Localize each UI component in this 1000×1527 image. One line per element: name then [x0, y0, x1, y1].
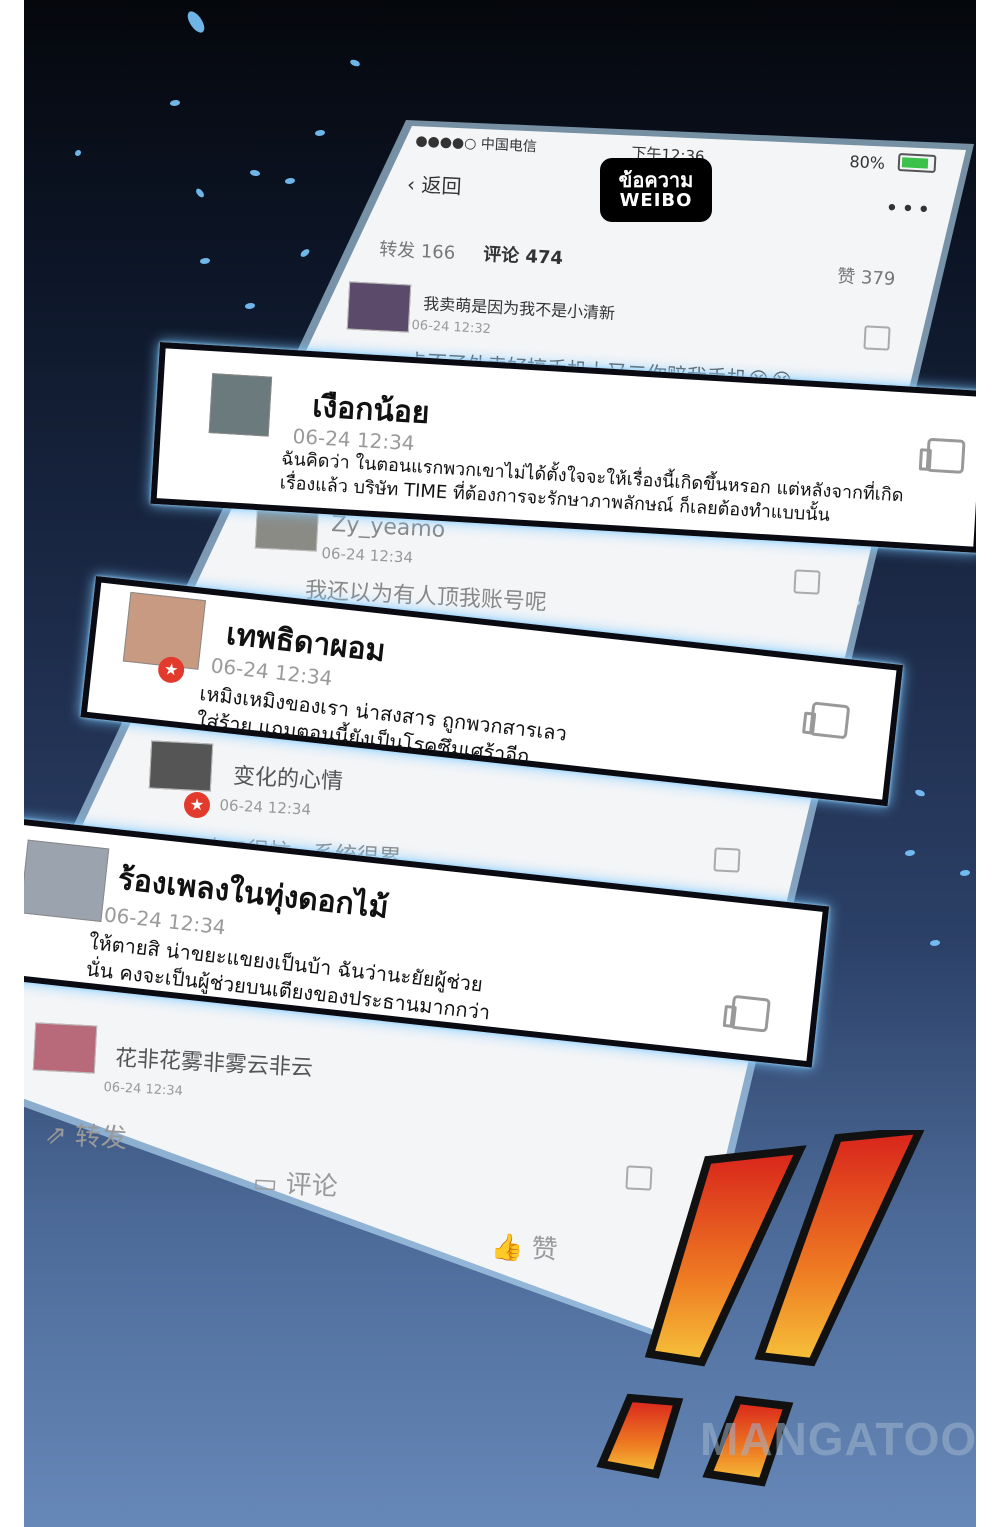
avatar[interactable] [19, 839, 110, 923]
avatar[interactable] [148, 740, 214, 792]
tab-like[interactable]: 赞 379 [837, 262, 896, 291]
tab-repost[interactable]: 转发 166 [379, 235, 456, 265]
page-title: ข้อความ WEIBO [600, 158, 712, 222]
thumbs-up-icon[interactable] [863, 325, 891, 351]
thumbs-up-icon[interactable] [729, 994, 771, 1033]
thumbs-up-icon[interactable] [808, 701, 851, 740]
verified-badge-icon: ★ [184, 792, 210, 818]
title-thai: ข้อความ [618, 168, 694, 193]
tab-comment[interactable]: 评论 474 [483, 240, 564, 270]
thumbs-up-icon: 👍 [490, 1231, 525, 1264]
thumbs-up-icon[interactable] [713, 847, 741, 873]
thumbs-up-icon[interactable] [793, 569, 821, 595]
comment-icon: ▭ [252, 1167, 279, 1200]
comment-button[interactable]: ▭ 评论 [252, 1162, 339, 1203]
exclamation-marks-icon [596, 1130, 925, 1487]
avatar[interactable] [208, 373, 273, 437]
status-battery: 80% [849, 152, 886, 173]
avatar[interactable] [346, 281, 412, 333]
thumbs-up-icon[interactable] [925, 437, 966, 474]
panel-border [0, 0, 24, 1527]
watermark: MANGATOON [700, 1413, 1000, 1465]
panel-border [976, 0, 1000, 1527]
battery-icon [897, 153, 937, 173]
back-button[interactable]: ‹ 返回 [406, 168, 463, 200]
more-dots-icon[interactable]: ••• [885, 196, 934, 223]
share-icon: ⇗ [44, 1119, 68, 1152]
avatar[interactable] [32, 1022, 98, 1074]
like-button[interactable]: 👍 赞 [490, 1226, 559, 1266]
repost-button[interactable]: ⇗ 转发 [44, 1114, 128, 1155]
chevron-left-icon: ‹ [406, 171, 416, 197]
title-weibo: WEIBO [619, 190, 693, 212]
comment-username: 变化的心情 [232, 763, 344, 795]
comic-panel: ●●●●○ 中国电信 下午12:36 80% ‹ 返回 ข้อความ WEIB… [0, 0, 1000, 1527]
